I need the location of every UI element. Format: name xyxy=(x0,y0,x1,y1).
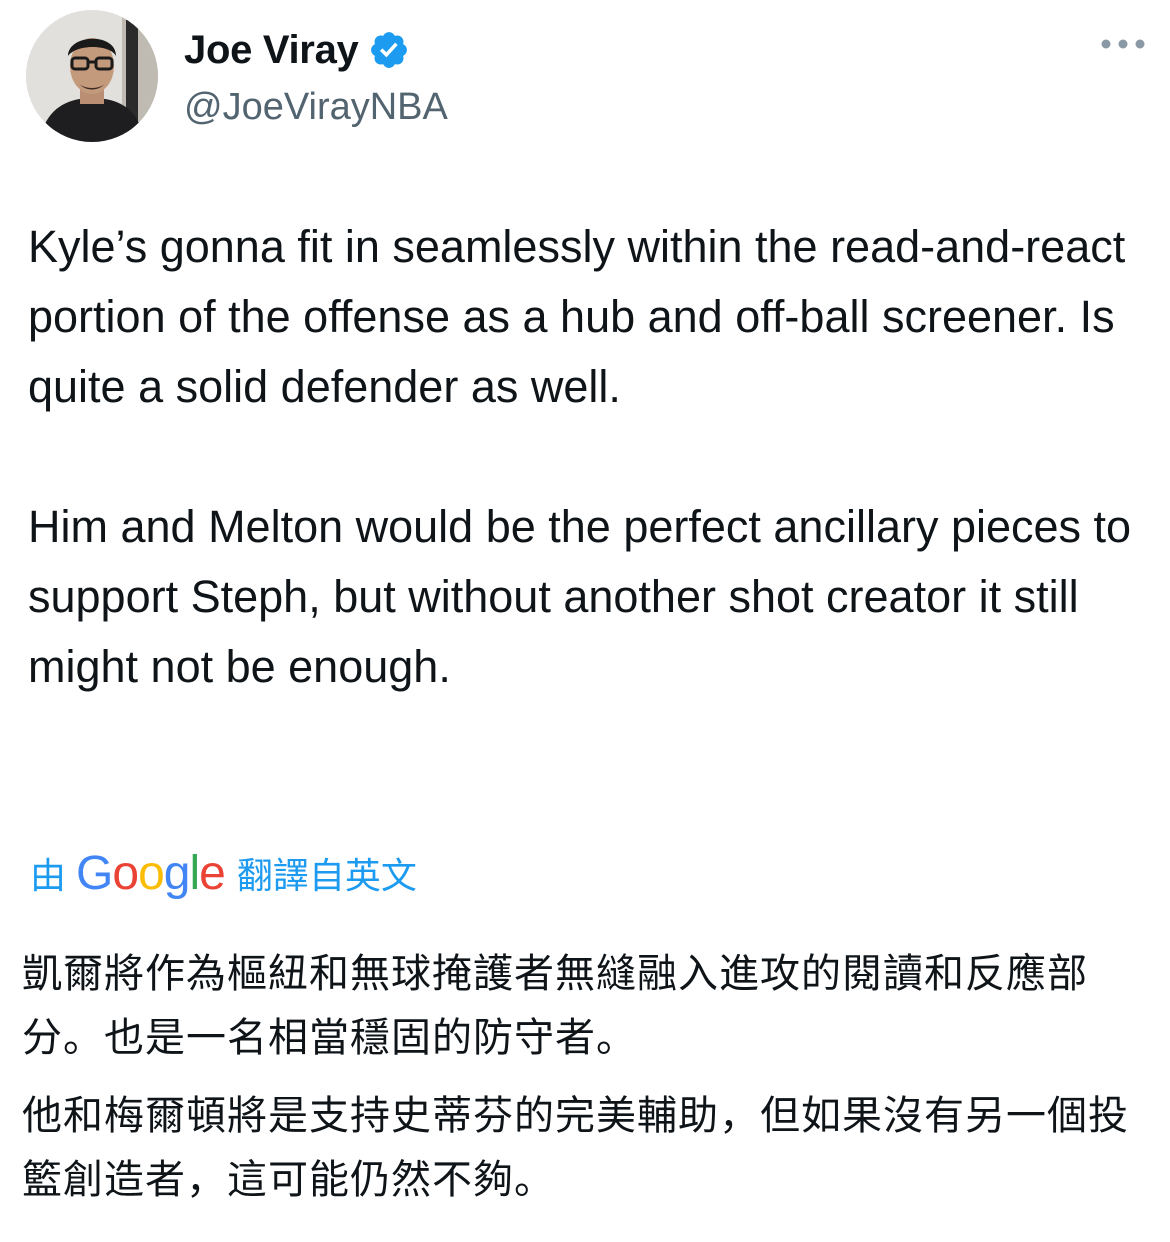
google-logo: Google xyxy=(76,846,226,900)
display-name[interactable]: Joe Viray xyxy=(184,28,359,73)
avatar-photo xyxy=(26,10,158,142)
translated-by-google-link[interactable]: 由 Google 翻譯自英文 xyxy=(30,842,417,904)
translated-text: 凱爾將作為樞紐和無球掩護者無縫融入進攻的閱讀和反應部分。也是一名相當穩固的防守者… xyxy=(22,942,1142,1212)
translated-paragraph: 他和梅爾頓將是支持史蒂芬的完美輔助，但如果沒有另一個投籃創造者，這可能仍然不夠。 xyxy=(22,1093,1129,1203)
avatar[interactable] xyxy=(26,10,158,142)
tweet-paragraph: Him and Melton would be the perfect anci… xyxy=(28,501,1132,692)
author-handle[interactable]: @JoeVirayNBA xyxy=(184,86,448,129)
tweet-text: Kyle’s gonna fit in seamlessly within th… xyxy=(28,212,1138,702)
verified-badge-icon xyxy=(368,29,410,71)
tweet-card: Joe Viray @JoeVirayNBA Kyle’s gonna fit … xyxy=(0,0,1170,1242)
author-names: Joe Viray @JoeVirayNBA xyxy=(184,24,448,129)
translation-prefix: 由 xyxy=(30,856,67,897)
display-name-row: Joe Viray xyxy=(184,24,448,76)
more-options-icon[interactable] xyxy=(1100,34,1146,54)
tweet-header: Joe Viray @JoeVirayNBA xyxy=(26,10,1146,150)
tweet-paragraph: Kyle’s gonna fit in seamlessly within th… xyxy=(28,221,1126,412)
translated-paragraph: 凱爾將作為樞紐和無球掩護者無縫融入進攻的閱讀和反應部分。也是一名相當穩固的防守者… xyxy=(22,951,1088,1061)
translation-suffix: 翻譯自英文 xyxy=(236,856,417,897)
